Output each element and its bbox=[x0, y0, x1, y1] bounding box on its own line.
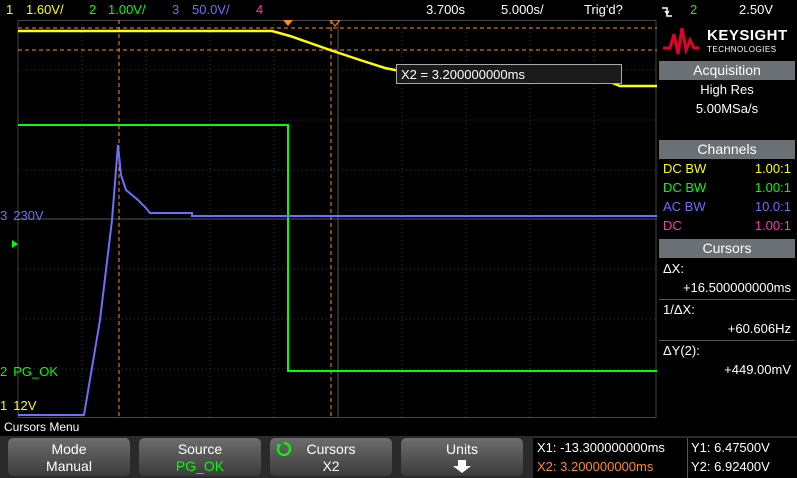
arrow-down-icon bbox=[453, 460, 471, 473]
status-bar: 1 1.60V/ 2 1.00V/ 3 50.0V/ 4 3.700s 5.00… bbox=[0, 0, 797, 20]
x1-readout: X1: -13.300000000ms bbox=[537, 440, 665, 455]
brand-name: KEYSIGHT bbox=[707, 27, 788, 44]
ch3-number[interactable]: 3 bbox=[172, 0, 179, 20]
channels-header[interactable]: Channels bbox=[659, 140, 795, 159]
readout-divider bbox=[687, 438, 688, 478]
ch3-marker[interactable]: 3 230V bbox=[0, 208, 44, 223]
brand-sub: TECHNOLOGIES bbox=[707, 45, 777, 54]
ch3-scale[interactable]: 50.0V/ bbox=[192, 0, 230, 20]
acq-mode: High Res bbox=[700, 82, 754, 97]
trigger-status: Trig'd? bbox=[584, 2, 623, 17]
cursors-header[interactable]: Cursors bbox=[659, 239, 795, 258]
ch4-number[interactable]: 4 bbox=[256, 0, 263, 20]
waveform-display[interactable]: X2 = 3.200000000ms 3 230V 2 PG_OK 1 12V bbox=[0, 20, 657, 418]
time-scale[interactable]: 5.000s/ bbox=[501, 0, 544, 20]
cursors-softkey[interactable]: Cursors X2 bbox=[270, 438, 392, 476]
side-panel: KEYSIGHT TECHNOLOGIES Acquisition High R… bbox=[657, 20, 797, 418]
ch1-number[interactable]: 1 bbox=[6, 0, 13, 20]
trigger-position-marker bbox=[283, 20, 293, 26]
divider bbox=[659, 299, 795, 300]
menu-title: Cursors Menu bbox=[0, 419, 797, 436]
units-softkey[interactable]: Units bbox=[401, 438, 523, 476]
y1-readout: Y1: 6.47500V bbox=[691, 440, 770, 455]
acq-rate: 5.00MSa/s bbox=[695, 101, 759, 116]
y2-readout: Y2: 6.92400V bbox=[691, 459, 770, 474]
cursor-values: X1: -13.300000000ms X2: 3.200000000ms Y1… bbox=[533, 438, 797, 478]
trigger-level-marker[interactable] bbox=[12, 240, 18, 248]
divider bbox=[659, 340, 795, 341]
time-position[interactable]: 3.700s bbox=[426, 0, 465, 20]
trigger-source[interactable]: 2 bbox=[690, 0, 697, 20]
ch2-number[interactable]: 2 bbox=[89, 0, 96, 20]
cursor-readout-box: X2 = 3.200000000ms bbox=[396, 64, 622, 84]
acquisition-header[interactable]: Acquisition bbox=[659, 61, 795, 80]
ch1-scale[interactable]: 1.60V/ bbox=[26, 0, 64, 20]
falling-edge-icon[interactable] bbox=[661, 4, 673, 17]
ch1-marker[interactable]: 1 12V bbox=[0, 398, 36, 413]
source-softkey[interactable]: Source PG_OK bbox=[139, 438, 261, 476]
keysight-logo: KEYSIGHT TECHNOLOGIES bbox=[661, 24, 793, 64]
ch2-marker[interactable]: 2 PG_OK bbox=[0, 364, 58, 379]
x2-readout: X2: 3.200000000ms bbox=[537, 459, 654, 474]
keysight-wave-icon bbox=[663, 27, 699, 56]
mode-softkey[interactable]: Mode Manual bbox=[8, 438, 130, 476]
ch2-scale[interactable]: 1.00V/ bbox=[108, 0, 146, 20]
trigger-level[interactable]: 2.50V bbox=[739, 0, 773, 20]
